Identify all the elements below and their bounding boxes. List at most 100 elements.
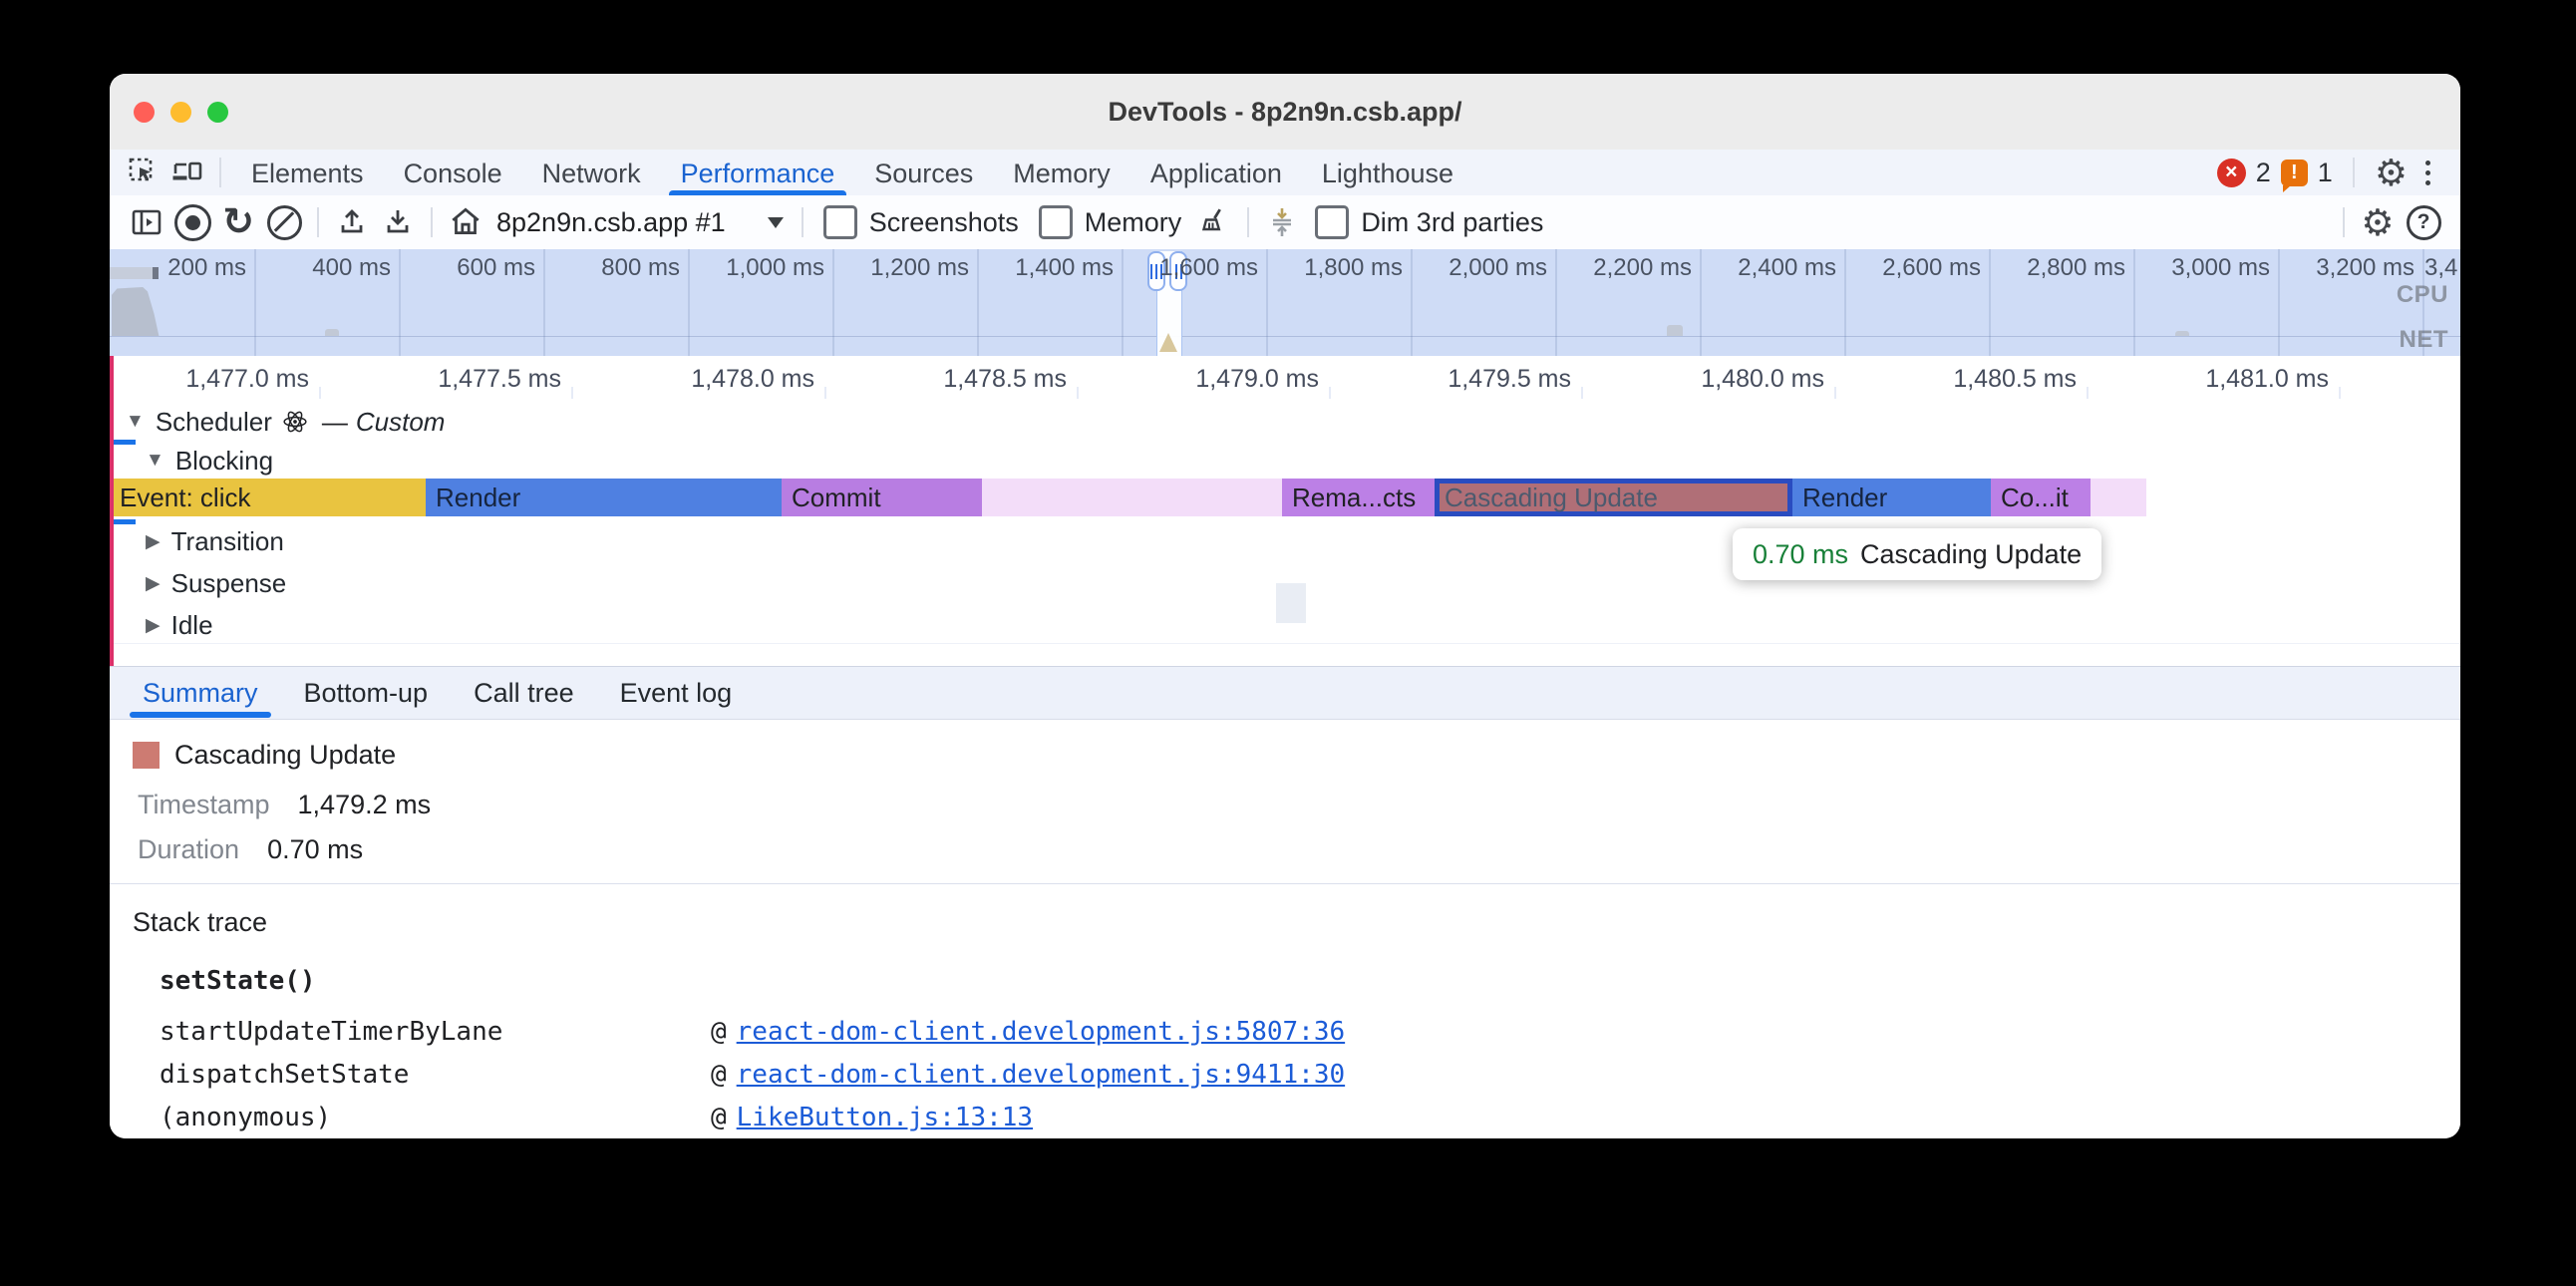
flame-entry-untitled[interactable] bbox=[982, 479, 1282, 516]
flame-entry-co-it[interactable]: Co...it bbox=[1991, 479, 2091, 516]
details-tab-call-tree[interactable]: Call tree bbox=[451, 667, 597, 719]
entry-tooltip: 0.70 ms Cascading Update bbox=[1733, 528, 2101, 580]
field-label: Timestamp bbox=[138, 790, 270, 820]
tab-performance[interactable]: Performance bbox=[661, 150, 855, 195]
download-profile-icon[interactable] bbox=[375, 199, 421, 245]
timeline-overview[interactable]: CPU NET 200 ms400 ms600 ms800 ms1,000 ms… bbox=[110, 249, 2460, 358]
collapse-icon[interactable] bbox=[1259, 199, 1305, 245]
toggle-sidebar-icon[interactable] bbox=[124, 199, 169, 245]
screenshots-checkbox[interactable]: Screenshots bbox=[823, 205, 1019, 239]
details-tab-summary[interactable]: Summary bbox=[120, 667, 281, 719]
warning-count: 1 bbox=[2318, 158, 2333, 188]
track-row-label: Transition bbox=[171, 526, 284, 557]
history-dropdown[interactable]: 8p2n9n.csb.app #1 bbox=[496, 207, 784, 238]
track-row-suspense[interactable]: ▶Suspense bbox=[146, 566, 286, 600]
details-tab-event-log[interactable]: Event log bbox=[597, 667, 756, 719]
tab-application[interactable]: Application bbox=[1130, 150, 1302, 195]
tab-memory[interactable]: Memory bbox=[993, 150, 1130, 195]
divider bbox=[219, 158, 221, 187]
overview-tick-label: 600 ms bbox=[376, 254, 535, 282]
flame-entry-cascading-update[interactable]: Cascading Update bbox=[1435, 479, 1792, 516]
error-badge-icon[interactable]: × bbox=[2217, 159, 2246, 187]
tab-lighthouse[interactable]: Lighthouse bbox=[1302, 150, 1473, 195]
stack-trace-title: Stack trace bbox=[133, 907, 267, 938]
overview-tick-label: 2,600 ms bbox=[1821, 254, 1981, 282]
overview-tick-label: 1,000 ms bbox=[665, 254, 824, 282]
cpu-activity-shape bbox=[1667, 325, 1683, 336]
ruler-tick-label: 1,479.0 ms bbox=[1139, 356, 1319, 399]
memory-checkbox[interactable]: Memory bbox=[1039, 205, 1182, 239]
flame-chart[interactable]: ▼ Scheduler — Custom ▼Blocking ▶Transitio… bbox=[110, 399, 2460, 666]
help-icon[interactable]: ? bbox=[2401, 199, 2446, 245]
record-reload-icon[interactable]: ↻ bbox=[215, 199, 261, 245]
divider bbox=[2343, 207, 2345, 237]
track-group-scheduler[interactable]: ▼ Scheduler — Custom bbox=[126, 405, 445, 439]
settings-gear-icon[interactable]: ⚙ bbox=[2355, 199, 2401, 245]
track-level-indicator bbox=[113, 519, 136, 524]
track-row-blocking[interactable]: ▼Blocking bbox=[146, 444, 273, 478]
track-row-label: Idle bbox=[171, 610, 213, 641]
track-level-indicator bbox=[113, 440, 136, 445]
flame-entry-event-click[interactable]: Event: click bbox=[110, 479, 426, 516]
inspect-icon[interactable] bbox=[122, 150, 165, 195]
frame-at: @ bbox=[711, 1017, 727, 1047]
tooltip-title: Cascading Update bbox=[1860, 539, 2082, 570]
stack-header: setState() bbox=[160, 966, 316, 996]
flame-entry-commit[interactable]: Commit bbox=[782, 479, 982, 516]
track-row-transition[interactable]: ▶Transition bbox=[146, 524, 284, 558]
checkbox-icon bbox=[823, 205, 857, 239]
overview-tick-label: 2,800 ms bbox=[1966, 254, 2125, 282]
dim-3rd-parties-checkbox[interactable]: Dim 3rd parties bbox=[1315, 205, 1543, 239]
overview-tick-label: 2,400 ms bbox=[1677, 254, 1836, 282]
track-row-idle[interactable]: ▶Idle bbox=[146, 608, 213, 642]
warning-badge-icon[interactable]: ! bbox=[2281, 160, 2308, 186]
frame-at: @ bbox=[711, 1060, 727, 1090]
clear-icon[interactable] bbox=[261, 199, 307, 245]
track-row-label: Suspense bbox=[171, 568, 287, 599]
details-tab-bottom-up[interactable]: Bottom-up bbox=[281, 667, 452, 719]
device-toolbar-icon[interactable] bbox=[165, 150, 209, 195]
overview-tick-label: 3,4 bbox=[2424, 254, 2460, 282]
devtools-window: DevTools - 8p2n9n.csb.app/ ElementsConso… bbox=[110, 74, 2460, 1138]
tab-network[interactable]: Network bbox=[522, 150, 661, 195]
triangle-down-icon: ▼ bbox=[146, 450, 164, 472]
react-atom-icon bbox=[282, 409, 308, 435]
upload-profile-icon[interactable] bbox=[329, 199, 375, 245]
overview-tick-label: 1,200 ms bbox=[809, 254, 969, 282]
flame-entry-render[interactable]: Render bbox=[1792, 479, 1991, 516]
performance-toolbar: ↻ 8p2n9n.csb.app #1 Screenshots bbox=[110, 195, 2460, 250]
flame-entry-render[interactable]: Render bbox=[426, 479, 782, 516]
main-tabbar: ElementsConsoleNetworkPerformanceSources… bbox=[110, 150, 2460, 195]
tab-sources[interactable]: Sources bbox=[854, 150, 993, 195]
source-link[interactable]: LikeButton.js:13:13 bbox=[737, 1103, 1033, 1132]
overview-tick-label: 2,000 ms bbox=[1388, 254, 1547, 282]
legend-label: Cascading Update bbox=[174, 740, 396, 771]
tab-elements[interactable]: Elements bbox=[231, 150, 384, 195]
screenshots-label: Screenshots bbox=[869, 207, 1019, 238]
ruler-tick-label: 1,480.0 ms bbox=[1645, 356, 1824, 399]
overview-tick-label: 1,400 ms bbox=[954, 254, 1114, 282]
divider bbox=[1247, 207, 1249, 237]
summary-field-duration: Duration0.70 ms bbox=[138, 834, 363, 865]
live-metrics-home-icon[interactable] bbox=[443, 199, 488, 245]
source-link[interactable]: react-dom-client.development.js:9411:30 bbox=[737, 1060, 1345, 1090]
kebab-menu-icon[interactable] bbox=[2417, 161, 2438, 185]
summary-field-timestamp: Timestamp1,479.2 ms bbox=[138, 790, 431, 820]
legend-color-swatch bbox=[133, 742, 160, 769]
group-label: Scheduler bbox=[156, 407, 272, 438]
settings-gear-icon[interactable]: ⚙ bbox=[2375, 155, 2408, 191]
record-icon[interactable] bbox=[169, 199, 215, 245]
track-edge-marker bbox=[110, 356, 114, 666]
ruler-tick-label: 1,478.5 ms bbox=[887, 356, 1067, 399]
chevron-down-icon bbox=[768, 217, 784, 228]
field-value: 0.70 ms bbox=[267, 834, 363, 865]
source-link[interactable]: react-dom-client.development.js:5807:36 bbox=[737, 1017, 1345, 1047]
tab-console[interactable]: Console bbox=[384, 150, 522, 195]
selection-cpu-marker bbox=[1159, 333, 1177, 352]
garbage-collect-broom-icon[interactable] bbox=[1191, 199, 1237, 245]
flame-entry-untitled[interactable] bbox=[2091, 479, 2146, 516]
cpu-activity-shape bbox=[325, 329, 339, 336]
titlebar: DevTools - 8p2n9n.csb.app/ bbox=[110, 74, 2460, 151]
cpu-activity-shape bbox=[2175, 331, 2189, 336]
flame-entry-rema-cts[interactable]: Rema...cts bbox=[1282, 479, 1435, 516]
